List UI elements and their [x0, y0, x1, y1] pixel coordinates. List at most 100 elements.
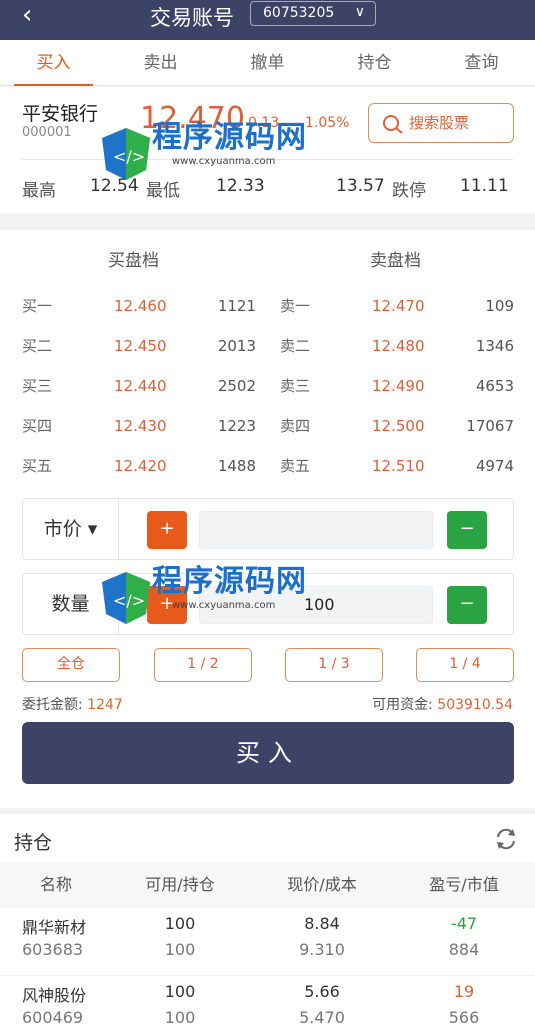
sell-level: 卖一	[280, 297, 311, 315]
watermark-logo-icon: </>	[102, 128, 150, 180]
holding-pl: 19	[453, 982, 475, 1001]
svg-text:</>: </>	[113, 591, 145, 610]
available-funds-label: 可用资金:	[372, 697, 433, 713]
page-title: 交易账号	[150, 6, 234, 30]
price-plus-button[interactable]: +	[147, 511, 187, 549]
holding-cost: 5.470	[299, 1008, 345, 1024]
available-funds: 可用资金: 503910.54	[372, 694, 513, 714]
watermark: </> 程序源码网 www.cxyuanma.com	[96, 112, 326, 182]
buy-volume: 1488	[217, 457, 256, 475]
table-row[interactable]: 鼎华新材 603683 100 100 8.84 9.310 -47 884	[0, 910, 535, 976]
holding-name: 鼎华新材	[22, 918, 87, 937]
buy-level: 买四	[22, 417, 53, 435]
sell-price[interactable]: 12.510	[372, 446, 425, 486]
tab-query[interactable]: 查询	[428, 40, 535, 86]
full-position-button[interactable]: 全仓	[22, 648, 120, 682]
order-form: 市价 ▾ + − 数量 + 100 − 全仓 1 / 2 1 / 3 1 / 4…	[0, 488, 535, 808]
account-selector[interactable]: 60753205 ∨	[250, 1, 376, 26]
tab-positions[interactable]: 持仓	[321, 40, 428, 86]
book-row: 买一 12.460 1121 卖一 12.470 109	[0, 286, 535, 326]
available-funds-value: 503910.54	[437, 697, 513, 713]
tab-cancel[interactable]: 撤单	[214, 40, 321, 86]
buy-level: 买一	[22, 297, 53, 315]
limit-down-value: 11.11	[460, 176, 509, 196]
buy-volume: 2502	[217, 377, 256, 395]
buy-level: 买三	[22, 377, 53, 395]
price-minus-button[interactable]: −	[447, 511, 487, 549]
table-row[interactable]: 风神股份 600469 100 100 5.66 5.470 19 566	[0, 978, 535, 1024]
sell-volume: 1346	[475, 337, 514, 355]
book-row: 买三 12.440 2502 卖三 12.490 4653	[0, 366, 535, 406]
buy-price[interactable]: 12.450	[114, 326, 167, 366]
sell-price[interactable]: 12.490	[372, 366, 425, 406]
limit-up-value: 13.57	[336, 176, 385, 196]
sell-volume: 17067	[466, 417, 514, 435]
stock-name: 平安银行	[22, 103, 99, 125]
search-icon	[383, 115, 403, 134]
trade-tabs: 买入 卖出 撤单 持仓 查询	[0, 40, 535, 86]
back-icon[interactable]: ‹	[22, 0, 32, 30]
holding-price: 8.84	[304, 914, 340, 933]
search-stock-label: 搜索股票	[409, 114, 470, 132]
order-amount-value: 1247	[87, 697, 123, 713]
account-number: 60753205	[263, 5, 335, 21]
holdings-table-header: 名称 可用/持仓 现价/成本 盈亏/市值	[0, 862, 535, 908]
buy-price[interactable]: 12.440	[114, 366, 167, 406]
holding-code: 600469	[22, 1008, 84, 1024]
watermark: </> 程序源码网 www.cxyuanma.com	[96, 556, 326, 626]
refresh-icon[interactable]	[493, 826, 519, 852]
watermark-url: www.cxyuanma.com	[172, 600, 276, 611]
app-header: ‹ 交易账号 60753205 ∨	[0, 0, 535, 40]
holding-quantity: 100	[164, 940, 196, 959]
holding-price: 5.66	[304, 982, 340, 1001]
book-row: 买四 12.430 1223 卖四 12.500 17067	[0, 406, 535, 446]
col-name: 名称	[39, 875, 72, 894]
sell-price[interactable]: 12.470	[372, 286, 425, 326]
third-position-button[interactable]: 1 / 3	[285, 648, 383, 682]
tab-sell[interactable]: 卖出	[107, 40, 214, 86]
col-pl: 盈亏/市值	[429, 875, 499, 894]
buy-volume: 1121	[217, 297, 256, 315]
tab-buy[interactable]: 买入	[0, 40, 107, 86]
sell-price[interactable]: 12.480	[372, 326, 425, 366]
sell-level: 卖二	[280, 337, 311, 355]
high-label: 最高	[22, 181, 56, 201]
limit-down-label: 跌停	[392, 181, 426, 201]
buy-volume: 2013	[217, 337, 256, 355]
buy-price[interactable]: 12.430	[114, 406, 167, 446]
buy-book-title: 买盘档	[108, 251, 159, 271]
holding-name: 风神股份	[22, 986, 87, 1005]
holding-available: 100	[164, 914, 196, 933]
buy-button[interactable]: 买入	[22, 722, 514, 784]
sell-price[interactable]: 12.500	[372, 406, 425, 446]
holding-available: 100	[164, 982, 196, 1001]
half-position-button[interactable]: 1 / 2	[154, 648, 252, 682]
order-book: 买盘档 卖盘档 买一 12.460 1121 卖一 12.470 109 买二 …	[0, 230, 535, 488]
buy-price[interactable]: 12.460	[114, 286, 167, 326]
holding-code: 603683	[22, 940, 84, 959]
order-amount: 委托金额: 1247	[22, 694, 123, 714]
search-stock-button[interactable]: 搜索股票	[368, 103, 514, 143]
quarter-position-button[interactable]: 1 / 4	[416, 648, 514, 682]
sell-volume: 109	[485, 297, 514, 315]
price-input[interactable]	[199, 511, 433, 549]
watermark-text: 程序源码网	[152, 564, 307, 599]
watermark-logo-icon: </>	[102, 572, 150, 624]
buy-volume: 1223	[217, 417, 256, 435]
price-type-select[interactable]: 市价 ▾	[23, 499, 119, 559]
buy-level: 买五	[22, 457, 53, 475]
buy-level: 买二	[22, 337, 53, 355]
col-available: 可用/持仓	[145, 875, 215, 894]
book-row: 买五 12.420 1488 卖五 12.510 4974	[0, 446, 535, 486]
watermark-url: www.cxyuanma.com	[172, 156, 276, 167]
sell-book-title: 卖盘档	[370, 251, 421, 271]
chevron-down-icon: ∨	[354, 4, 365, 20]
svg-text:</>: </>	[113, 147, 145, 166]
buy-price[interactable]: 12.420	[114, 446, 167, 486]
holding-cost: 9.310	[299, 940, 345, 959]
quantity-minus-button[interactable]: −	[447, 586, 487, 624]
holdings-panel: 持仓 名称 可用/持仓 现价/成本 盈亏/市值 鼎华新材 603683 100 …	[0, 814, 535, 1024]
holdings-title: 持仓	[14, 832, 53, 854]
stock-code: 000001	[22, 125, 72, 140]
col-price: 现价/成本	[287, 875, 357, 894]
